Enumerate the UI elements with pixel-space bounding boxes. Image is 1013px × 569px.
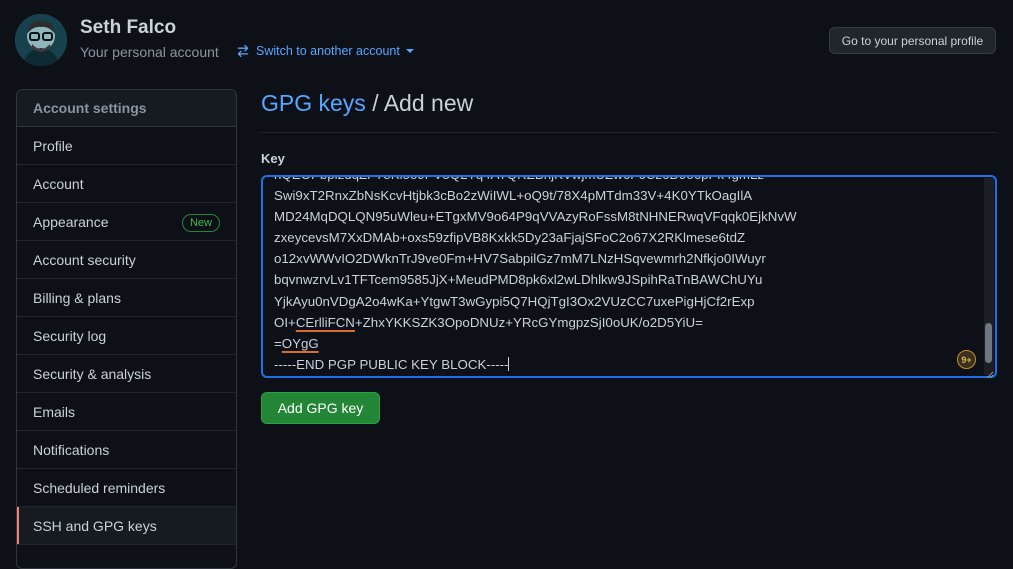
breadcrumb-separator: /	[372, 90, 379, 116]
sidebar-heading: Account settings	[17, 90, 236, 127]
sidebar-item-security-log[interactable]: Security log	[17, 317, 236, 355]
key-textarea[interactable]: hQEOPbpizuqZP78Ki5o9PV5Q2Tq4A7QRZBnjKVwj…	[261, 175, 997, 378]
sidebar-item-label: Emails	[33, 403, 76, 420]
add-gpg-key-button[interactable]: Add GPG key	[261, 392, 380, 424]
key-line: hQEOPbpizuqZP78Ki5o9PV5Q2Tq4A7QRZBnjKVwj…	[274, 177, 975, 185]
key-line: YjkAyu0nVDgA2o4wKa+YtgwT3wGypi5Q7HQjTgI3…	[274, 293, 755, 309]
sidebar-item-security-analysis[interactable]: Security & analysis	[17, 355, 236, 393]
text-caret	[508, 356, 510, 371]
sidebar-item-billing[interactable]: Billing & plans	[17, 279, 236, 317]
key-line: bqvnwzrvLv1TFTcem9585JjX+MeudPMD8pk6xl2w…	[274, 272, 763, 288]
key-line: MD24MqDQLQN95uWleu+ETgxMV9o64P9qVVAzyRoF…	[274, 209, 797, 225]
sidebar-item-label: Appearance	[33, 213, 109, 230]
new-badge: New	[181, 214, 220, 232]
breadcrumb-gpg-keys-link[interactable]: GPG keys	[261, 90, 366, 116]
key-line: zxeycevsM7XxDMAb+oxs59zfipVB8Kxkk5Dy23aF…	[274, 230, 746, 246]
textarea-scrollbar[interactable]	[984, 178, 994, 375]
key-line-text: OI+	[274, 314, 296, 330]
key-textarea-content: hQEOPbpizuqZP78Ki5o9PV5Q2Tq4A7QRZBnjKVwj…	[274, 177, 975, 375]
resize-handle-icon[interactable]	[985, 366, 994, 379]
sidebar-item-label: Account	[33, 175, 84, 192]
key-line-text: +ZhxYKKSZK3OpoDNUz+YRcGYmgpzSjI0oUK/o2D5…	[354, 314, 703, 330]
sidebar-item-appearance[interactable]: Appearance New	[17, 203, 236, 241]
caret-down-icon	[405, 47, 414, 55]
title-divider	[261, 132, 997, 133]
avatar[interactable]	[15, 14, 67, 66]
switch-account-link[interactable]: Switch to another account	[236, 44, 414, 58]
sidebar-item-emails[interactable]: Emails	[17, 393, 236, 431]
key-line: =OYgG	[274, 333, 975, 354]
sidebar-item-notifications[interactable]: Notifications	[17, 431, 236, 469]
sidebar-item-label: Account security	[33, 251, 136, 268]
sidebar-item-label: Security & analysis	[33, 365, 152, 382]
page-title: GPG keys / Add new	[261, 90, 473, 117]
spellcheck-flagged-word[interactable]: OYgG	[282, 336, 319, 351]
key-line: -----END PGP PUBLIC KEY BLOCK-----	[274, 354, 975, 375]
switch-account-label: Switch to another account	[256, 44, 400, 58]
settings-sidebar: Account settings Profile Account Appeara…	[16, 89, 237, 569]
sidebar-item-label: Billing & plans	[33, 289, 121, 306]
key-field-label: Key	[261, 151, 285, 166]
user-subtitle: Your personal account	[80, 44, 219, 60]
key-line: o12xvWWvIO2DWknTrJ9ve0Fm+HV7SabpilGz7mM7…	[274, 251, 766, 267]
switch-arrows-icon	[236, 44, 250, 58]
user-name: Seth Falco	[80, 17, 177, 38]
key-line: Swi9xT2RnxZbNsKcvHtjbk3cBo2zWiIWL+oQ9t/7…	[274, 188, 753, 204]
sidebar-item-label: SSH and GPG keys	[33, 517, 157, 534]
sidebar-item-label: Scheduled reminders	[33, 479, 166, 496]
sidebar-item-label: Notifications	[33, 441, 110, 458]
go-to-profile-button[interactable]: Go to your personal profile	[829, 27, 996, 54]
spellcheck-flagged-word[interactable]: CErlliFCN	[296, 315, 355, 330]
sidebar-item-ssh-gpg-keys[interactable]: SSH and GPG keys	[17, 507, 236, 545]
account-header: Seth Falco Your personal account Switch …	[0, 0, 1013, 80]
sidebar-item-profile[interactable]: Profile	[17, 127, 236, 165]
sidebar-item-label: Security log	[33, 327, 107, 344]
key-line: OI+CErlliFCN+ZhxYKKSZK3OpoDNUz+YRcGYmgpz…	[274, 312, 975, 333]
sidebar-item-label: Profile	[33, 137, 73, 154]
page-title-text: Add new	[383, 90, 474, 116]
key-line-text: -----END PGP PUBLIC KEY BLOCK-----	[274, 356, 509, 372]
sidebar-item-account-security[interactable]: Account security	[17, 241, 236, 279]
sidebar-item-account[interactable]: Account	[17, 165, 236, 203]
grammar-checker-icon[interactable]: 9+	[957, 350, 976, 369]
sidebar-item-scheduled-reminders[interactable]: Scheduled reminders	[17, 469, 236, 507]
key-line-text: =	[274, 335, 282, 351]
scrollbar-thumb[interactable]	[985, 323, 992, 363]
